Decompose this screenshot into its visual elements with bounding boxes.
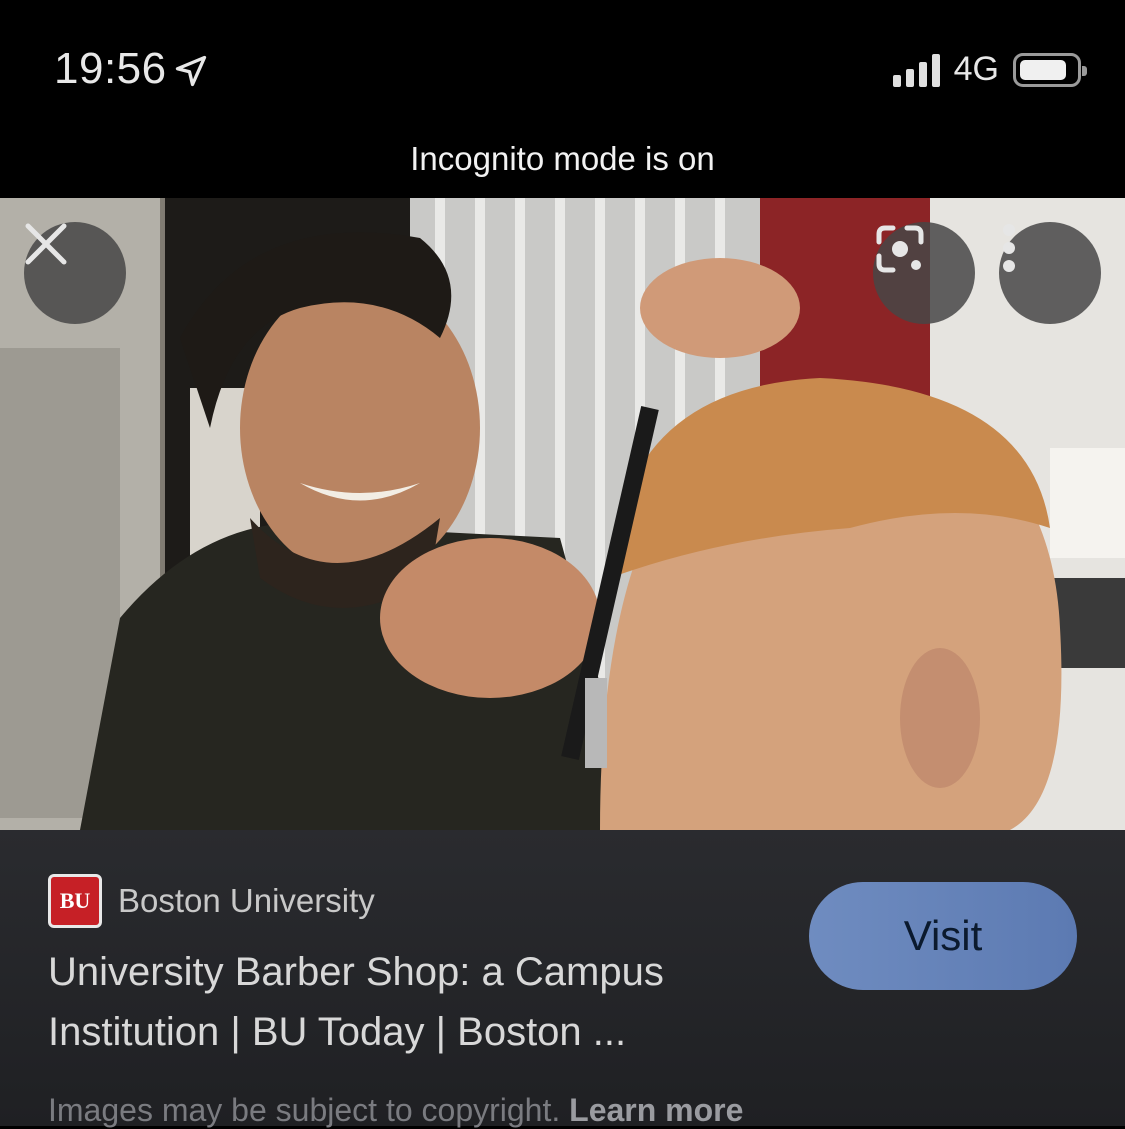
- copyright-notice: Images may be subject to copyright. Lear…: [48, 1092, 743, 1129]
- more-vert-icon: [1003, 224, 1015, 272]
- source-name: Boston University: [118, 882, 375, 919]
- network-label: 4G: [953, 50, 999, 88]
- lens-icon: [876, 225, 924, 273]
- visit-button[interactable]: Visit: [809, 882, 1077, 990]
- more-options-button[interactable]: [999, 222, 1101, 324]
- result-image[interactable]: [0, 198, 1125, 830]
- close-button[interactable]: [24, 222, 126, 324]
- incognito-banner: Incognito mode is on: [410, 140, 715, 177]
- lens-button[interactable]: [873, 222, 975, 324]
- copyright-text: Images may be subject to copyright.: [48, 1092, 561, 1128]
- close-icon: [25, 223, 67, 265]
- battery-icon: [1013, 52, 1087, 87]
- source-favicon: BU: [48, 874, 102, 928]
- status-time: 19:56: [54, 44, 209, 94]
- time-label: 19:56: [54, 44, 167, 93]
- status-indicators: 4G: [892, 50, 1087, 89]
- result-panel: BU Boston University University Barber S…: [0, 830, 1125, 1129]
- location-arrow-icon: [175, 55, 206, 87]
- learn-more-link[interactable]: Learn more: [569, 1092, 743, 1128]
- source-row[interactable]: BU Boston University: [48, 874, 375, 928]
- result-title-link[interactable]: University Barber Shop: a Campus Institu…: [48, 942, 788, 1062]
- status-bar: 19:56 4G: [0, 0, 1125, 130]
- signal-icon: [892, 53, 940, 87]
